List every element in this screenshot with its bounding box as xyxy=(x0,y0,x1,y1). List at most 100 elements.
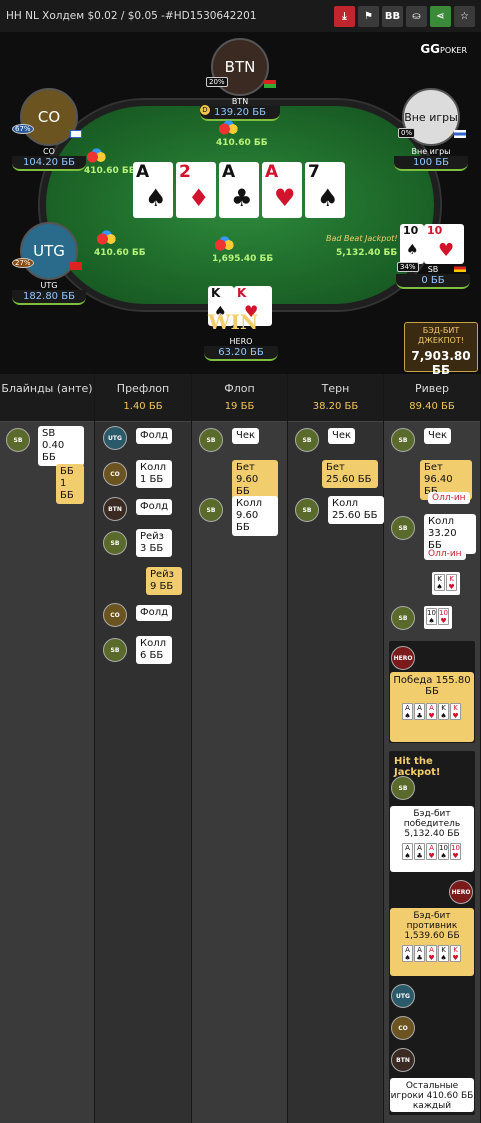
bb-toggle-button[interactable]: BB xyxy=(382,6,403,27)
action-bubble: Бет 25.60 ББ xyxy=(322,460,378,488)
player-chip-co[interactable]: CO xyxy=(103,603,127,627)
bad-beat-label: Bad Beat Jackpot! xyxy=(326,234,398,243)
flag-icon xyxy=(454,130,466,138)
action-bubble: Колл 6 ББ xyxy=(136,636,172,664)
others-share: Остальные игроки 410.60 ББ каждый xyxy=(390,1078,474,1112)
win-label: WIN xyxy=(208,310,259,334)
board-card: A ♣ xyxy=(219,162,259,218)
jackpot-value: 7,903.80 ББ xyxy=(411,349,471,374)
seat-name: HERO xyxy=(229,337,253,346)
action-bubble: Фолд xyxy=(136,605,173,621)
action-bubble: Чек xyxy=(424,428,452,444)
sb-hole-card: 10 ♥ xyxy=(424,224,464,264)
action-bubble: Чек xyxy=(328,428,356,444)
win-panel: Победа 155.80 ББ A ♠A ♣A ♥K ♠K ♥ xyxy=(390,672,474,742)
avatar: BTN xyxy=(211,38,269,96)
seat-name: UTG xyxy=(40,281,58,290)
action-bubble: Фолд xyxy=(136,499,173,515)
chips-icon xyxy=(94,230,122,248)
player-chip-btn[interactable]: BTN xyxy=(103,497,127,521)
jackpot-title: Hit the Jackpot! xyxy=(394,756,441,778)
board-card: 2 ♦ xyxy=(176,162,216,218)
seat-stack: 182.80 ББ xyxy=(12,290,86,305)
player-chip-sb[interactable]: SB xyxy=(391,606,415,630)
player-chip-utg[interactable]: UTG xyxy=(103,426,127,450)
bad-beat-jackpot: БЭД-БИТ ДЖЕКПОТ! 7,903.80 ББ xyxy=(404,322,478,374)
bad-beat-winner: Бэд-бит победитель 5,132.40 ББ A ♠A ♣A ♥10 ♠… xyxy=(390,806,474,872)
board-card: A ♠ xyxy=(133,162,173,218)
player-chip-sb[interactable]: SB xyxy=(103,531,127,555)
all-in-badge: Олл-ин xyxy=(424,548,466,560)
flag-icon[interactable]: ⚑ xyxy=(358,6,379,27)
bad-beat-loser: Бэд-бит противник 1,539.60 ББ A ♠A ♣A ♥K ♠K ♥ xyxy=(390,908,474,976)
player-chip-sb[interactable]: SB xyxy=(6,428,30,452)
seat-stack: 104.20 ББ xyxy=(12,156,86,171)
action-bubble: Рейз 9 ББ xyxy=(146,567,182,595)
sb-shown-cards: 10 ♠10 ♥ xyxy=(424,606,452,629)
player-chip-hero[interactable]: HERO xyxy=(449,880,473,904)
player-chip-sb[interactable]: SB xyxy=(391,428,415,452)
all-in-badge: Олл-ин xyxy=(428,492,470,504)
flag-icon xyxy=(454,264,466,272)
player-chip-sb[interactable]: SB xyxy=(391,776,415,800)
seat-stack: 63.20 ББ xyxy=(204,346,278,361)
action-bubble: SB 0.40 ББ xyxy=(38,426,84,466)
seat-stack: 100 ББ xyxy=(394,156,468,171)
vpip-badge: 34% xyxy=(397,262,419,272)
player-chip-co[interactable]: CO xyxy=(103,462,127,486)
seat-name: Вне игры xyxy=(411,147,451,156)
action-bubble: Чек xyxy=(232,428,260,444)
seat-name: BTN xyxy=(231,97,249,106)
vpip-badge: 20% xyxy=(206,77,228,87)
flag-icon xyxy=(264,80,276,88)
board-card: 7 ♠ xyxy=(305,162,345,218)
player-chip-sb[interactable]: SB xyxy=(199,498,223,522)
player-chip-sb[interactable]: SB xyxy=(295,428,319,452)
player-chip-sb[interactable]: SB xyxy=(199,428,223,452)
replay-icon[interactable]: ⛀ xyxy=(406,6,427,27)
flag-icon xyxy=(70,262,82,270)
main-pot: 1,695.40 ББ xyxy=(212,236,273,264)
co-bet: 410.60 ББ xyxy=(84,148,136,176)
action-bubble: Рейз 3 ББ xyxy=(136,529,172,557)
action-bubble: ББ 1 ББ xyxy=(56,464,84,504)
flag-icon xyxy=(70,130,82,138)
action-bubble: Колл 25.60 ББ xyxy=(328,496,384,524)
win-text: Победа 155.80 ББ xyxy=(393,675,471,697)
utg-bet: 410.60 ББ xyxy=(94,230,146,258)
player-chip-sb[interactable]: SB xyxy=(391,516,415,540)
vpip-badge: 27% xyxy=(12,258,34,268)
player-chip-utg[interactable]: UTG xyxy=(391,984,415,1008)
sb-pot: 5,132.40 ББ xyxy=(336,248,398,258)
jackpot-label: БЭД-БИТ ДЖЕКПОТ! xyxy=(417,326,464,345)
seat-stack: 0 ББ xyxy=(396,274,470,289)
action-bubble: Колл 9.60 ББ xyxy=(232,496,278,536)
star-icon[interactable]: ☆ xyxy=(454,6,475,27)
hand-title: HH NL Холдем $0.02 / $0.05 -#HD153064220… xyxy=(6,10,257,22)
winning-hand: A ♠A ♣A ♥K ♠K ♥ xyxy=(390,703,474,722)
chips-icon xyxy=(84,148,112,166)
vpip-badge: 0% xyxy=(398,128,416,138)
action-bubble: Бет 9.60 ББ xyxy=(232,460,278,500)
poker-table: GGPOKER BTN BTN 139.20 ББ 20% D CO CO 10… xyxy=(0,32,481,374)
chips-icon xyxy=(212,236,240,254)
avatar: UTG xyxy=(20,222,78,280)
hero-shown-cards: K ♠K ♥ xyxy=(432,572,460,595)
chips-icon xyxy=(216,120,244,138)
ggpoker-logo: GGPOKER xyxy=(420,42,467,56)
player-chip-btn[interactable]: BTN xyxy=(391,1048,415,1072)
seat-hero[interactable]: HERO 63.20 ББ xyxy=(204,336,278,361)
action-bubble: Фолд xyxy=(136,428,173,444)
sb-hole-card: 10 ♠ xyxy=(400,224,424,264)
share-icon[interactable]: ⋖ xyxy=(430,6,451,27)
player-chip-co[interactable]: CO xyxy=(391,1016,415,1040)
action-bubble: Колл 1 ББ xyxy=(136,460,172,488)
seat-stack: 139.20 ББ xyxy=(200,106,280,121)
download-icon[interactable]: ⤓ xyxy=(334,6,355,27)
seat-name: CO xyxy=(43,147,55,156)
player-chip-sb[interactable]: SB xyxy=(295,498,319,522)
player-chip-sb[interactable]: SB xyxy=(103,638,127,662)
player-chip-hero[interactable]: HERO xyxy=(391,646,415,670)
board-card: A ♥ xyxy=(262,162,302,218)
vpip-badge: 67% xyxy=(12,124,34,134)
